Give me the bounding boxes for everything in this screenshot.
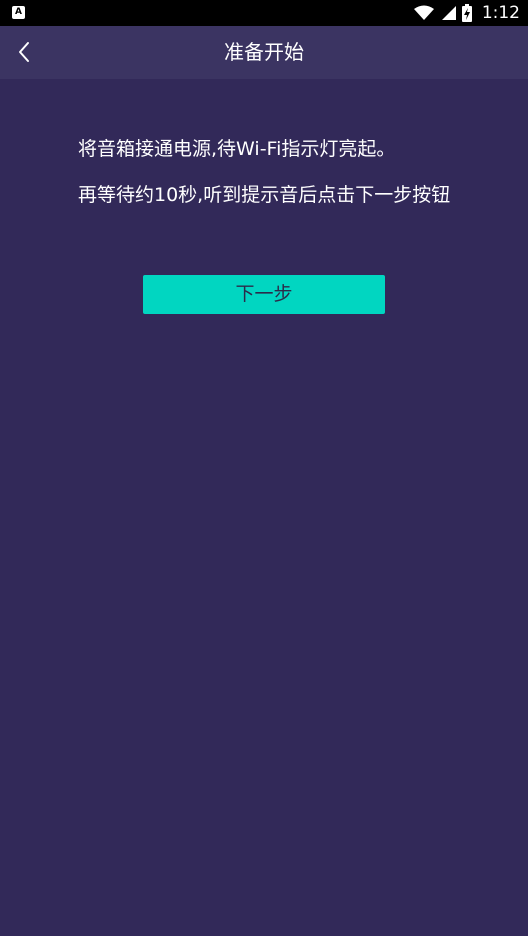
signal-icon <box>441 6 456 20</box>
notification-a-icon: A <box>12 6 25 19</box>
status-icons: 1:12 <box>413 0 520 26</box>
back-button[interactable] <box>4 32 44 72</box>
status-time: 1:12 <box>481 3 520 23</box>
instructions: 将音箱接通电源,待Wi-Fi指示灯亮起。 再等待约10秒,听到提示音后点击下一步… <box>78 136 458 208</box>
wifi-icon <box>413 5 434 20</box>
app-bar: 准备开始 <box>0 26 528 79</box>
chevron-left-icon <box>19 42 29 62</box>
battery-icon <box>461 4 472 22</box>
instruction-line-1: 将音箱接通电源,待Wi-Fi指示灯亮起。 <box>78 138 396 160</box>
page-title: 准备开始 <box>224 40 304 64</box>
next-step-button[interactable]: 下一步 <box>143 275 385 314</box>
instruction-line-2: 再等待约10秒,听到提示音后点击下一步按钮 <box>78 184 451 206</box>
status-bar: A 1:12 <box>0 0 528 26</box>
